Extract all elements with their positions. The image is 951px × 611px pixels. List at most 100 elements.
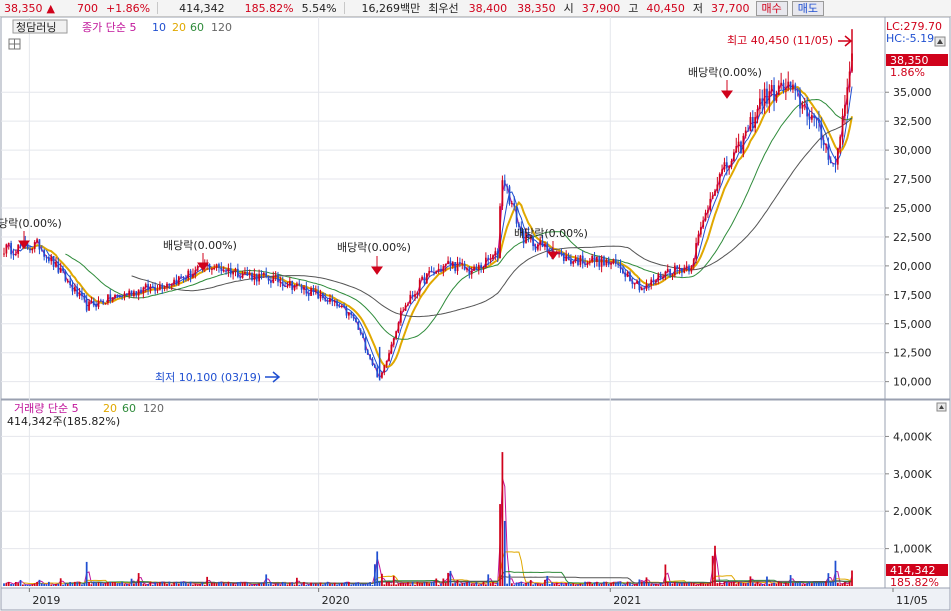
candle-body — [652, 279, 655, 283]
volume-bar — [548, 584, 551, 586]
volume-bar — [428, 583, 431, 586]
volume-bar — [803, 584, 806, 586]
volume-bar — [210, 582, 213, 586]
volume-bar — [633, 584, 636, 586]
volume-bar — [163, 582, 166, 586]
candle-body — [31, 249, 34, 251]
candle-body — [338, 306, 341, 308]
candle-body — [636, 280, 638, 284]
volume-bar — [832, 581, 834, 586]
candle-body — [659, 274, 662, 279]
volume-bar — [168, 581, 171, 586]
candle-body — [213, 267, 216, 269]
volume-bar — [527, 582, 530, 586]
panel-collapse-icon[interactable] — [934, 36, 946, 47]
volume-bar — [799, 581, 801, 586]
candle-body — [376, 367, 379, 378]
candle-body — [473, 266, 475, 271]
volume-bar — [477, 584, 480, 586]
volume-bar — [610, 582, 612, 586]
volume-bar — [154, 582, 157, 586]
candle-body — [692, 259, 695, 266]
candle-body — [362, 333, 364, 339]
candle-body — [291, 280, 294, 290]
candle-body — [314, 290, 317, 292]
x-tick-label: 2019 — [32, 594, 60, 607]
candle-body — [669, 268, 671, 276]
candle-body — [763, 88, 766, 106]
volume-bar — [515, 582, 518, 586]
volume-bar — [373, 564, 376, 586]
volume-bar — [707, 583, 709, 586]
candle-body — [255, 273, 258, 282]
candle-body — [90, 301, 93, 303]
candle-body — [699, 227, 702, 235]
candle-body — [260, 273, 263, 275]
volume-bar — [789, 575, 792, 586]
candle-body — [714, 190, 716, 196]
candle-body — [251, 272, 253, 281]
volume-bar — [657, 584, 660, 586]
candle-body — [570, 259, 572, 265]
volume-bar — [435, 578, 438, 586]
volume-bar — [676, 583, 679, 586]
candle-body — [248, 272, 251, 275]
candle-body — [633, 283, 636, 285]
candle-body — [541, 240, 544, 247]
volume-bar — [643, 581, 646, 586]
y-tick-label: 20,000 — [893, 260, 932, 273]
volume-bar — [22, 584, 24, 586]
volume-bar — [99, 582, 102, 586]
volume-bar — [59, 578, 62, 586]
buy-button[interactable]: 매수 — [755, 0, 788, 16]
candle-body — [475, 266, 478, 270]
sell-button[interactable]: 매도 — [791, 0, 825, 16]
candle-body — [546, 243, 549, 252]
candle-body — [825, 144, 827, 146]
y-tick-label: 2,000K — [893, 505, 932, 518]
volume-bar — [690, 582, 693, 586]
candle-body — [258, 273, 260, 282]
high-annotation: 최고 40,450 (11/05) — [727, 34, 833, 47]
candle-body — [721, 169, 723, 174]
candle-body — [796, 90, 799, 92]
volume-bar — [421, 582, 423, 586]
x-axis-area — [0, 587, 951, 611]
volume-panel-collapse-icon[interactable] — [936, 402, 947, 412]
volume-bar — [433, 581, 435, 586]
candle-body — [442, 266, 445, 272]
stock-chart[interactable]: 10,000 12,500 15,000 17,500 20,000 22,500 25,0… — [0, 17, 951, 611]
volume-bar — [751, 582, 754, 586]
change-percent: +1.86% — [105, 1, 151, 15]
volume-bar — [603, 581, 605, 586]
volume-bar — [222, 582, 225, 586]
volume-bar — [206, 576, 209, 586]
volume-bar — [260, 582, 263, 586]
volume-bar — [492, 582, 494, 586]
candle-body — [194, 270, 197, 274]
volume-bar — [638, 579, 641, 586]
candle-body — [579, 255, 582, 265]
candle-body — [3, 253, 5, 255]
grid-toggle-icon[interactable] — [8, 38, 21, 50]
candle-body — [770, 85, 773, 92]
candle-body — [444, 264, 447, 267]
volume-bar — [324, 583, 327, 586]
volume-bar — [189, 581, 192, 586]
candle-body — [300, 284, 303, 290]
candle-body — [239, 276, 242, 278]
candle-body — [614, 259, 617, 264]
volume-bar — [792, 582, 794, 586]
volume-bar — [766, 576, 768, 586]
candle-body — [480, 264, 483, 269]
candle-body — [336, 300, 338, 307]
candle-body — [159, 284, 161, 290]
volume-bar — [194, 583, 197, 586]
y-tick-label: 30,000 — [893, 144, 932, 157]
candle-body — [409, 294, 412, 304]
candle-body — [303, 286, 305, 290]
candle-body — [187, 270, 190, 279]
volume-bar — [567, 582, 570, 586]
volume-bar — [673, 581, 676, 586]
candle-body — [343, 305, 346, 308]
